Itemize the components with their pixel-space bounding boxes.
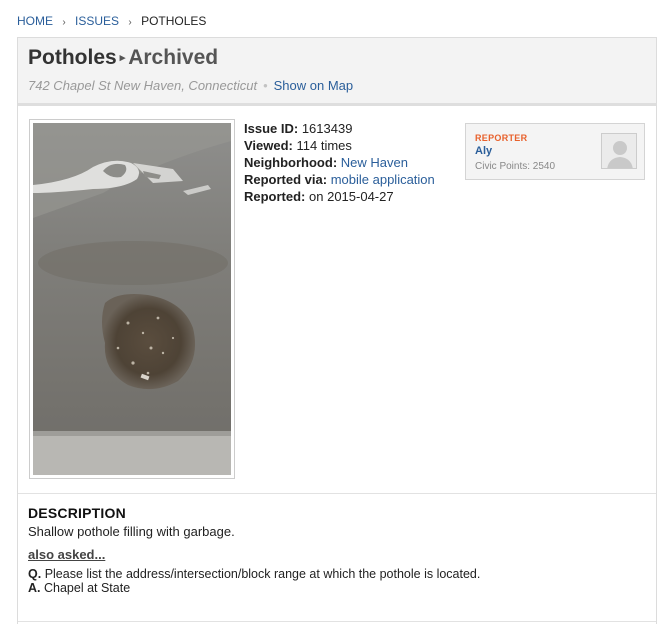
reported-row: Reported: on 2015-04-27: [244, 188, 435, 205]
breadcrumb-home-link[interactable]: HOME: [17, 14, 53, 28]
description-heading: DESCRIPTION: [28, 505, 126, 521]
issue-details: Issue ID: 1613439 Viewed: 114 times Neig…: [244, 120, 435, 205]
question-text: Please list the address/intersection/blo…: [44, 567, 481, 581]
question-answer: Q. Please list the address/intersection/…: [28, 567, 480, 595]
reporter-label: REPORTER: [475, 133, 528, 143]
breadcrumb: HOME › ISSUES › POTHOLES: [17, 14, 206, 28]
description-text: Shallow pothole filling with garbage.: [28, 524, 235, 539]
question-row: Q. Please list the address/intersection/…: [28, 567, 480, 581]
page-title: Potholes ▸ Archived: [28, 46, 218, 70]
issue-address: 742 Chapel St New Haven, Connecticut: [28, 78, 258, 93]
reported-via-row: Reported via: mobile application: [244, 171, 435, 188]
show-on-map-link[interactable]: Show on Map: [274, 78, 354, 93]
neighborhood-row: Neighborhood: New Haven: [244, 154, 435, 171]
reporter-civic-points: Civic Points: 2540: [475, 161, 556, 172]
reported-via-label: Reported via:: [244, 172, 328, 187]
neighborhood-label: Neighborhood:: [244, 155, 338, 170]
reported-date: on 2015-04-27: [309, 189, 394, 204]
breadcrumb-current: POTHOLES: [141, 14, 207, 28]
reporter-box: REPORTER Aly Civic Points: 2540: [465, 123, 645, 180]
neighborhood-link[interactable]: New Haven: [341, 155, 408, 170]
breadcrumb-issues-link[interactable]: ISSUES: [75, 14, 119, 28]
issue-status: Archived: [128, 46, 219, 69]
section-divider: [18, 493, 656, 494]
viewed-value: 114 times: [296, 138, 352, 153]
also-asked-heading: also asked...: [28, 547, 106, 562]
question-label: Q.: [28, 567, 42, 581]
issue-id-label: Issue ID:: [244, 121, 299, 136]
issue-id-value: 1613439: [301, 121, 353, 136]
issue-id-row: Issue ID: 1613439: [244, 120, 435, 137]
issue-category: Potholes: [28, 46, 117, 69]
breadcrumb-separator: ›: [128, 17, 132, 28]
viewed-row: Viewed: 114 times: [244, 137, 435, 154]
user-silhouette-icon: [602, 134, 636, 168]
bullet-separator-icon: •: [263, 78, 268, 93]
issue-header: Potholes ▸ Archived 742 Chapel St New Have…: [18, 38, 656, 106]
title-arrow-icon: ▸: [119, 52, 126, 64]
issue-photo[interactable]: [29, 119, 235, 479]
answer-label: A.: [28, 581, 41, 595]
answer-row: A. Chapel at State: [28, 581, 480, 595]
bottom-divider: [18, 621, 656, 622]
issue-card: Potholes ▸ Archived 742 Chapel St New Have…: [17, 37, 657, 624]
viewed-label: Viewed:: [244, 138, 293, 153]
avatar[interactable]: [601, 133, 637, 169]
breadcrumb-separator: ›: [62, 17, 66, 28]
pothole-photo: [33, 123, 231, 475]
reporter-name-link[interactable]: Aly: [475, 145, 492, 157]
answer-text: Chapel at State: [43, 581, 131, 595]
address-line: 742 Chapel St New Haven, Connecticut • Sho…: [28, 78, 353, 93]
reported-label: Reported:: [244, 189, 306, 204]
reported-via-link[interactable]: mobile application: [331, 172, 435, 187]
